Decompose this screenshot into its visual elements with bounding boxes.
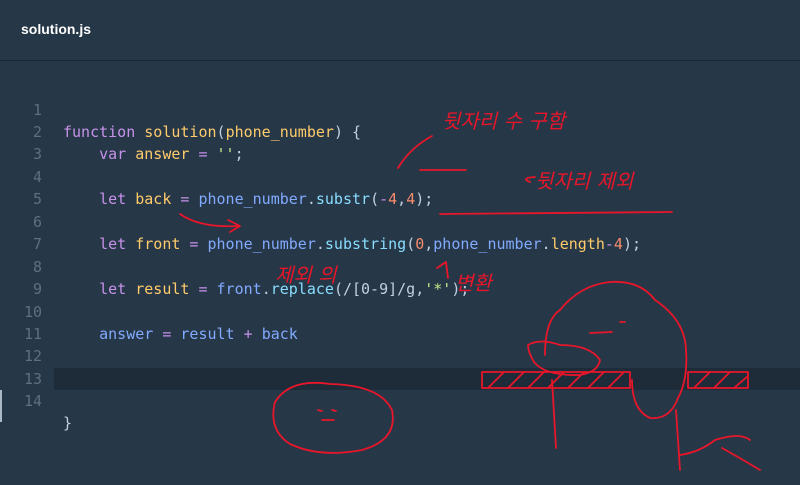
code-line[interactable]: 10 answer = result + back — [0, 279, 800, 343]
code-line[interactable]: 9 — [0, 256, 800, 298]
file-title: solution.js — [21, 21, 91, 37]
code-line[interactable]: 8 let result = front.replace(/[0-9]/g,'*… — [0, 234, 800, 298]
scroll-indicator — [0, 390, 2, 422]
code-line[interactable]: 2 var answer = ''; — [0, 99, 800, 163]
code-line[interactable]: 12 return answer; — [0, 323, 800, 387]
code-line-active[interactable]: 14 } — [24, 368, 800, 432]
code-line[interactable]: 7 — [0, 211, 800, 253]
code-line[interactable]: 11 — [0, 301, 800, 343]
editor-header: solution.js — [0, 0, 800, 61]
code-line[interactable]: 13 — [0, 346, 800, 388]
code-line[interactable]: 1 function solution(phone_number) { — [0, 77, 800, 141]
line-number: 14 — [23, 392, 42, 410]
code-editor[interactable]: 1 function solution(phone_number) { 2 va… — [0, 61, 800, 485]
code-line[interactable]: 4 let back = phone_number.substr(-4,4); — [0, 144, 800, 208]
line-number: 13 — [23, 370, 42, 388]
code-line[interactable]: 3 — [0, 121, 800, 163]
code-line[interactable]: 5 — [0, 166, 800, 208]
code-line[interactable]: 6 let front = phone_number.substring(0,p… — [0, 189, 800, 253]
